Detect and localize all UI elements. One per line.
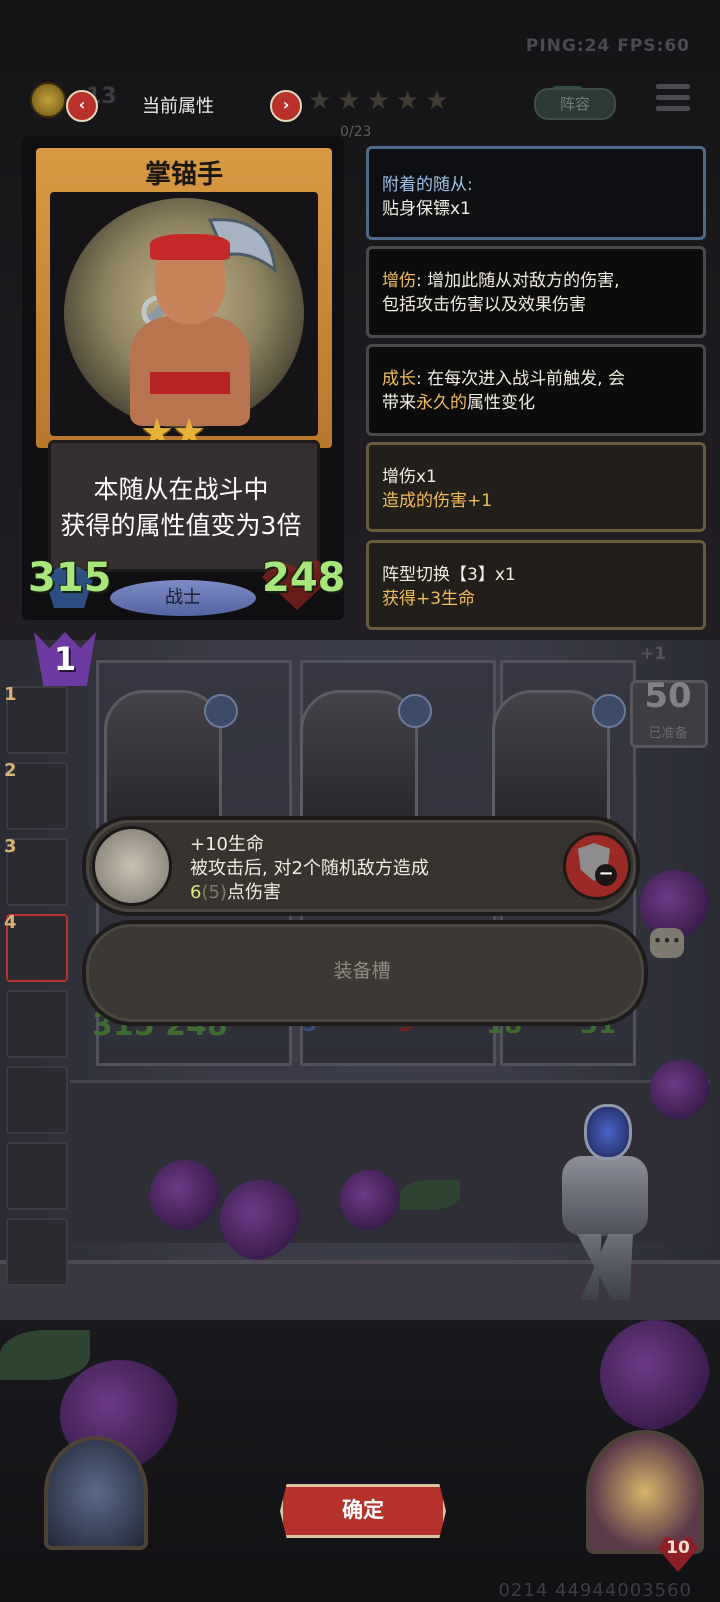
keyword-damage-line1: 增伤: 增加此随从对敌方的伤害, [382,271,620,291]
pin-icon [398,694,432,728]
minus-icon: − [595,864,617,886]
tavern-rank-value: 1 [53,640,77,678]
minion-description-line1: 本随从在战斗中 [93,475,269,504]
roster-slot-number: 4 [4,912,17,933]
health-value: 248 [262,555,346,601]
buff-damage-title: 增伤x1 [382,467,437,487]
refresh-count: +1 [640,644,667,664]
ping-fps-readout: PING:24 FPS:60 [525,36,690,56]
confirm-button[interactable]: 确定 [280,1484,446,1538]
menu-icon[interactable] [656,84,690,118]
rose-decoration [150,1160,220,1230]
roster-slot[interactable] [6,990,68,1058]
coin-icon [30,82,66,118]
roster-slot-number: 2 [4,760,17,781]
tavern-stars: ★★★★★ [308,86,455,116]
buff-formation-body: 获得+3生命 [382,589,476,609]
equipment-effect-line3: 6(5)点伤害 [190,882,281,903]
hero-health: 10 [666,1538,690,1558]
pirate-bandana [150,234,230,260]
leaf-decoration [400,1180,460,1210]
equipment-icon [92,826,172,906]
pirate-sash [150,372,230,394]
equipment-effect-line1: +10生命 [190,834,264,855]
player-id: 0214 44944003560 [498,1580,692,1601]
attack-value: 315 [28,555,112,601]
robot-hero-head [584,1104,632,1160]
robot-hero-body [562,1156,648,1236]
leaf-decoration [0,1330,90,1380]
rose-decoration [600,1320,710,1430]
rose-decoration [340,1170,400,1230]
keyword-growth-line1: 成长: 在每次进入战斗前触发, 会 [382,369,625,389]
player-hero-portrait[interactable] [44,1436,148,1550]
roster-slot-number: 1 [4,684,17,705]
attached-minion-name: 贴身保镖x1 [382,199,471,219]
minion-description-line2: 获得的属性值变为3倍 [60,511,302,540]
rose-decoration [650,1060,710,1120]
chat-icon[interactable]: ••• [650,928,684,958]
equipment-effect-line2: 被攻击后, 对2个随机敌方造成 [190,858,429,879]
lineup-button[interactable]: 阵容 [534,88,616,120]
progress-count: 0/23 [340,124,372,140]
next-button[interactable]: › [270,90,302,122]
pin-icon [592,694,626,728]
keyword-damage-line2: 包括攻击伤害以及效果伤害 [382,295,586,315]
opponent-hero-portrait[interactable] [586,1430,704,1554]
ready-label: 已准备 [648,726,688,741]
minion-name: 掌锚手 [144,160,223,190]
equipment-slot-label: 装备槽 [333,960,391,982]
rose-decoration [220,1180,300,1260]
roster-slot[interactable] [6,1066,68,1134]
buff-formation-title: 阵型切换【3】x1 [382,565,516,585]
minion-class: 战士 [110,580,256,616]
keyword-growth-line2: 带来永久的属性变化 [382,393,535,413]
prev-button[interactable]: ‹ [66,90,98,122]
ready-count: 50 [644,676,692,716]
attached-minion-title: 附着的随从: [382,175,473,195]
attribute-title: 当前属性 [142,96,214,117]
buff-damage-body: 造成的伤害+1 [382,491,493,511]
roster-slot-number: 3 [4,836,17,857]
roster-slot[interactable] [6,1142,68,1210]
pin-icon [204,694,238,728]
roster-slot[interactable] [6,1218,68,1286]
